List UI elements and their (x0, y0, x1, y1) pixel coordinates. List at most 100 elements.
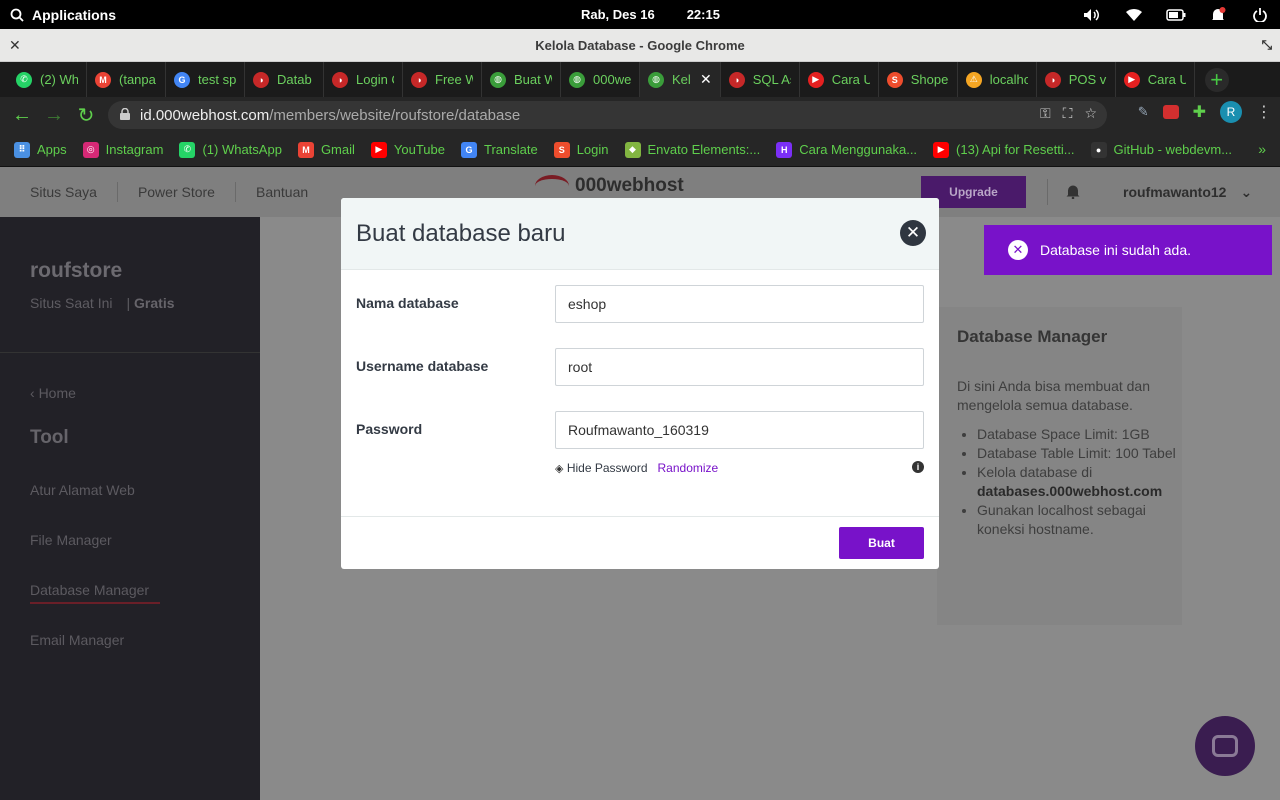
browser-tab[interactable]: ◑ SQL As (721, 62, 800, 97)
bookmark-star-icon[interactable]: ☆ (1084, 105, 1097, 122)
browser-tab[interactable]: M (tanpa (87, 62, 166, 97)
bookmark-favicon-icon: ● (1090, 141, 1107, 158)
bookmark-label: (1) WhatsApp (202, 142, 282, 157)
browser-tab[interactable]: ◑ Free W (403, 62, 482, 97)
info-item-space: Database Space Limit: 1GB (977, 425, 1177, 444)
randomize-link[interactable]: Randomize (658, 461, 719, 475)
applications-label: Applications (32, 6, 117, 23)
browser-tab[interactable]: ⚠ localho (958, 62, 1037, 97)
translate-icon[interactable]: ⛶ (1063, 105, 1073, 122)
bookmark-item[interactable]: ● GitHub - webdevm... (1090, 141, 1232, 158)
bookmark-item[interactable]: H Cara Menggunaka... (776, 141, 917, 158)
hide-password-toggle[interactable]: ◈ Hide Password (555, 461, 648, 475)
browser-tab[interactable]: ◑ POS v1 (1037, 62, 1116, 97)
pen-extension-icon[interactable]: ✎ (1138, 104, 1149, 120)
system-top-bar: Applications Rab, Des 16 22:15 (0, 0, 1280, 29)
bookmark-item[interactable]: ✆ (1) WhatsApp (179, 141, 282, 158)
tab-title: (2) Wh (40, 72, 78, 87)
applications-menu[interactable]: Applications (10, 0, 116, 29)
username: roufmawanto12 (1123, 184, 1227, 200)
sidebar-item-email-manager[interactable]: Email Manager (30, 632, 124, 648)
address-bar[interactable]: id.000webhost.com/members/website/roufst… (108, 101, 1107, 129)
tab-close-icon[interactable]: ✕ (700, 71, 712, 88)
bookmark-item[interactable]: ◎ Instagram (82, 141, 163, 158)
logo-text: 000webhost (575, 175, 684, 196)
browser-tab[interactable]: ◍ Kel ✕ (640, 62, 721, 97)
eye-slash-icon: ◈ (555, 463, 564, 475)
logo[interactable]: 000webhost (535, 175, 684, 197)
back-arrow-icon[interactable]: ← (6, 99, 38, 131)
browser-tab[interactable]: ◍ 000wel (561, 62, 640, 97)
create-button[interactable]: Buat (839, 527, 924, 559)
info-description: Di sini Anda bisa membuat dan mengelola … (957, 378, 1150, 413)
db-user-input[interactable] (555, 348, 924, 386)
bookmark-item[interactable]: S Login (553, 141, 609, 158)
bookmark-item[interactable]: ▶ (13) Api for Resetti... (933, 141, 1075, 158)
bookmark-item[interactable]: ⠿ Apps (14, 141, 67, 158)
home-link[interactable]: ‹ Home (30, 385, 76, 401)
sidebar-item-web-address[interactable]: Atur Alamat Web (30, 482, 135, 498)
bell-icon[interactable] (1066, 184, 1080, 203)
tab-favicon-icon: ◑ (411, 71, 427, 88)
chat-launcher-button[interactable] (1195, 716, 1255, 776)
modal-close-icon[interactable]: ✕ (900, 220, 926, 246)
bookmark-item[interactable]: ▶ YouTube (370, 141, 445, 158)
bookmark-label: Envato Elements:... (647, 142, 761, 157)
tab-title: Buat W (514, 72, 552, 87)
site-nav-link[interactable]: Bantuan (236, 182, 328, 202)
bookmark-favicon-icon: ◆ (624, 141, 641, 158)
bookmark-item[interactable]: G Translate (460, 141, 538, 158)
browser-tab[interactable]: ◑ Login C (324, 62, 403, 97)
restore-window-icon[interactable]: ⤡ (1262, 37, 1272, 53)
bookmark-item[interactable]: ◆ Envato Elements:... (624, 141, 761, 158)
browser-tab[interactable]: ▶ Cara U (1116, 62, 1195, 97)
reload-icon[interactable]: ↻ (70, 99, 102, 131)
volume-icon[interactable] (1082, 7, 1102, 23)
sidebar-item-database-manager[interactable]: Database Manager (30, 582, 160, 604)
browser-tab[interactable]: ✆ (2) Wh (8, 62, 87, 97)
browser-tab[interactable]: S Shopee (879, 62, 958, 97)
bookmark-favicon-icon: M (297, 141, 314, 158)
more-bookmarks-icon[interactable]: » (1258, 141, 1266, 157)
tab-title: test sp (198, 72, 236, 87)
new-tab-button[interactable]: + (1204, 67, 1229, 92)
key-icon[interactable]: ⚿ (1040, 105, 1051, 122)
wifi-icon[interactable] (1124, 7, 1144, 23)
battery-icon[interactable] (1166, 7, 1186, 23)
browser-tab[interactable]: ▶ Cara U (800, 62, 879, 97)
info-manage-link[interactable]: databases.000webhost.com (977, 483, 1162, 499)
browser-tab[interactable]: Gtest sp (166, 62, 245, 97)
extensions-puzzle-icon[interactable]: ✚ (1193, 102, 1206, 122)
tab-favicon-icon: ▶ (1123, 71, 1140, 88)
forward-arrow-icon[interactable]: → (38, 99, 70, 131)
sidebar-item-file-manager[interactable]: File Manager (30, 532, 112, 548)
site-nav-link[interactable]: Situs Saya (0, 182, 118, 202)
password-input[interactable] (555, 411, 924, 449)
sidebar: roufstore Situs Saat Ini | Gratis ‹ Home… (0, 217, 260, 800)
bookmark-label: Apps (37, 142, 67, 157)
profile-avatar[interactable]: R (1220, 101, 1242, 123)
browser-tab[interactable]: ◑ Datab (245, 62, 324, 97)
power-icon[interactable] (1250, 7, 1270, 23)
info-item-tables: Database Table Limit: 100 Tabel (977, 444, 1177, 463)
hide-password-label: Hide Password (566, 461, 648, 475)
info-icon[interactable]: i (912, 461, 924, 473)
url-path: /members/website/roufstore/database (269, 106, 521, 124)
user-menu[interactable]: roufmawanto12 ⌄ (1123, 184, 1252, 201)
bookmark-item[interactable]: M Gmail (297, 141, 355, 158)
site-nav: Situs Saya Power Store Bantuan (0, 167, 328, 217)
error-toast[interactable]: ✕ Database ini sudah ada. (984, 225, 1272, 275)
site-nav-link[interactable]: Power Store (118, 182, 236, 202)
db-name-input[interactable] (555, 285, 924, 323)
browser-tab[interactable]: ◍ Buat W (482, 62, 561, 97)
clock[interactable]: Rab, Des 16 22:15 (581, 0, 720, 29)
db-name-label: Nama database (356, 295, 459, 311)
chrome-menu-icon[interactable]: ⋮ (1256, 102, 1272, 122)
tab-favicon-icon: ⚠ (965, 71, 982, 88)
notification-bell-icon[interactable] (1208, 6, 1228, 23)
close-window-icon[interactable]: ✕ (9, 37, 21, 54)
tab-favicon-icon: ▶ (807, 71, 824, 88)
home-label: Home (38, 385, 76, 401)
video-extension-icon[interactable] (1162, 105, 1179, 119)
tab-favicon-icon: ◑ (1044, 71, 1061, 88)
